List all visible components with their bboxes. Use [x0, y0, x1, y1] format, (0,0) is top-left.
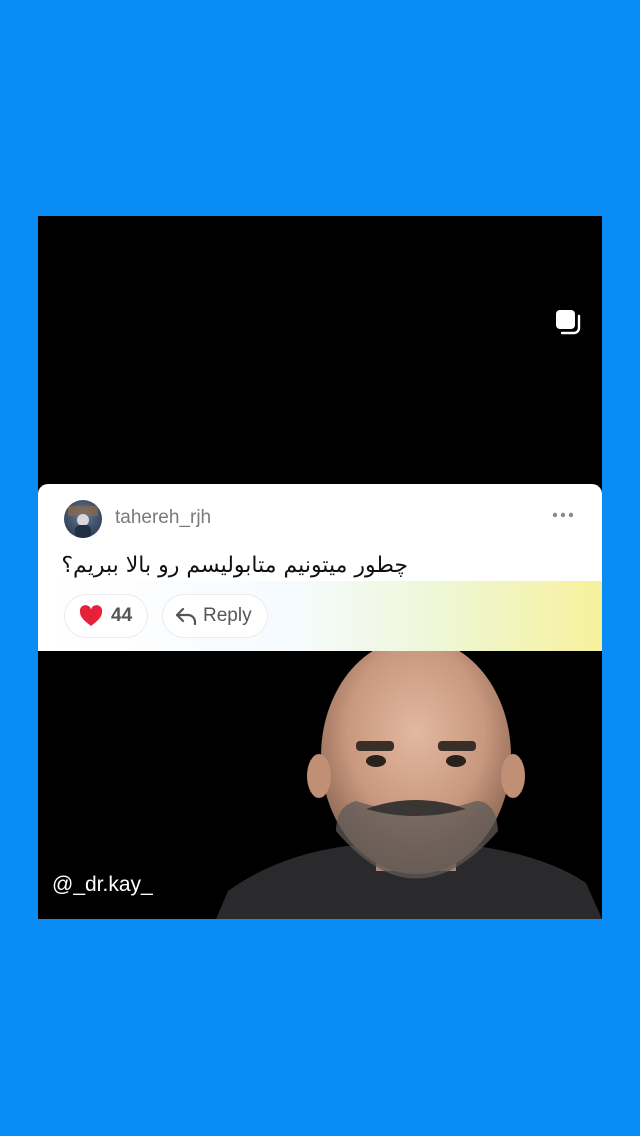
heart-icon	[79, 605, 103, 626]
reply-arrow-icon	[175, 607, 197, 626]
reply-label: Reply	[203, 605, 252, 626]
comment-card: tahereh_rjh چطور میتونیم متابولیسم رو با…	[38, 484, 602, 651]
carousel-icon	[556, 310, 581, 335]
video-frame: @_dr.kay_	[38, 651, 602, 919]
like-count: 44	[111, 605, 133, 626]
reply-button[interactable]: Reply	[163, 595, 267, 637]
avatar[interactable]	[64, 500, 102, 538]
comment-username[interactable]: tahereh_rjh	[115, 507, 211, 529]
comment-text: چطور میتونیم متابولیسم رو بالا ببریم؟	[61, 553, 408, 578]
speaker-video	[216, 651, 602, 919]
post-media[interactable]: tahereh_rjh چطور میتونیم متابولیسم رو با…	[38, 216, 602, 919]
like-button[interactable]: 44	[65, 595, 147, 637]
more-options-icon[interactable]	[552, 510, 574, 520]
creator-handle[interactable]: @_dr.kay_	[52, 873, 153, 897]
